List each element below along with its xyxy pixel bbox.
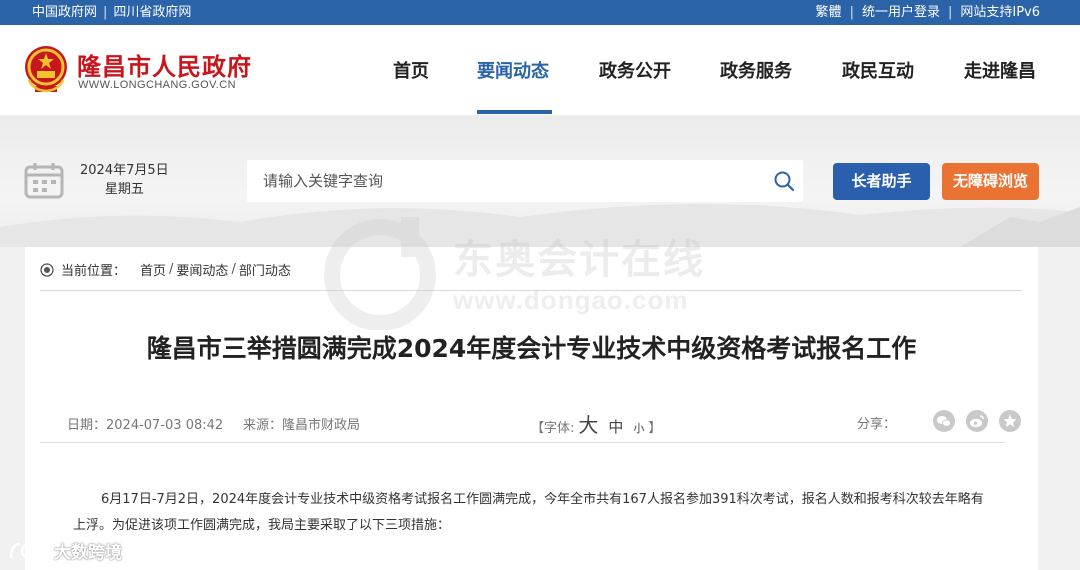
nav-item-news[interactable]: 要闻动态 — [477, 57, 549, 83]
search-input[interactable] — [247, 160, 757, 202]
search-band: 2024年7月5日 星期五 长者助手 无障碍浏览 — [0, 115, 1080, 247]
font-medium-button[interactable]: 中 — [608, 416, 623, 437]
nav-item-gov-affairs-open[interactable]: 政务公开 — [599, 57, 671, 83]
nav-item-about-longchang[interactable]: 走进隆昌 — [964, 57, 1036, 83]
weekday-value: 星期五 — [104, 182, 144, 197]
breadcrumb-separator: / — [231, 262, 236, 277]
date-label: 日期： — [67, 418, 107, 433]
font-large-button[interactable]: 大 — [578, 409, 598, 438]
separator: | — [849, 5, 854, 20]
accessible-browse-button[interactable]: 无障碍浏览 — [942, 163, 1039, 200]
location-icon — [40, 262, 54, 277]
nav-item-interaction[interactable]: 政民互动 — [842, 57, 914, 83]
breadcrumb-label: 当前位置： — [61, 264, 127, 279]
breadcrumb-divider — [40, 290, 1022, 291]
font-label-open: 【字体: — [531, 421, 575, 436]
breadcrumb-news[interactable]: 要闻动态 — [176, 260, 228, 279]
search-box — [247, 160, 803, 202]
elder-assistant-button[interactable]: 长者助手 — [833, 163, 930, 200]
main-nav: 首页 要闻动态 政务公开 政务服务 政民互动 走进隆昌 — [0, 25, 1080, 115]
font-size-switcher: 【字体: 大 中 小 】 — [531, 409, 661, 438]
breadcrumb-department[interactable]: 部门动态 — [239, 260, 291, 279]
bottom-watermark-text: 大数跨境 — [54, 543, 122, 563]
weibo-icon[interactable] — [966, 410, 988, 432]
article-paragraph: 6月17日-7月2日，2024年度会计专业技术中级资格考试报名工作圆满完成，今年… — [73, 492, 984, 533]
link-traditional-chinese[interactable]: 繁體 — [816, 0, 842, 25]
date-value: 2024-07-03 08:42 — [106, 418, 224, 433]
source-label: 来源： — [243, 418, 283, 433]
nav-item-home[interactable]: 首页 — [393, 57, 429, 83]
meta-divider — [40, 442, 1005, 443]
font-small-button[interactable]: 小 — [633, 420, 644, 436]
top-links-right: 繁體 | 统一用户登录 | 网站支持IPv6 — [816, 0, 1040, 25]
site-header: 隆昌市人民政府 WWW.LONGCHANG.GOV.CN 首页 要闻动态 政务公… — [0, 25, 1080, 115]
breadcrumb-home[interactable]: 首页 — [140, 260, 166, 279]
link-sichuan-gov[interactable]: 四川省政府网 — [113, 0, 191, 25]
link-user-login[interactable]: 统一用户登录 — [862, 0, 940, 25]
date-value: 2024年7月5日 — [80, 163, 169, 178]
favorite-icon[interactable] — [999, 410, 1021, 432]
wechat-icon[interactable] — [933, 410, 955, 432]
link-china-gov[interactable]: 中国政府网 — [32, 0, 97, 25]
search-icon[interactable] — [773, 170, 795, 192]
nav-item-gov-services[interactable]: 政务服务 — [720, 57, 792, 83]
breadcrumb-separator: / — [169, 262, 174, 277]
breadcrumb: 当前位置： 首页 / 要闻动态 / 部门动态 — [40, 260, 291, 279]
article-source: 来源：隆昌市财政局 — [243, 414, 360, 433]
top-links-left: 中国政府网 | 四川省政府网 — [32, 0, 191, 25]
ipv6-support: 网站支持IPv6 — [960, 5, 1040, 20]
bottom-watermark: 大数跨境 — [8, 538, 122, 563]
separator: | — [947, 5, 953, 20]
current-date: 2024年7月5日 星期五 — [80, 161, 169, 199]
calendar-icon — [24, 163, 64, 199]
article-title: 隆昌市三举措圆满完成2024年度会计专业技术中级资格考试报名工作 — [146, 334, 917, 363]
bigdata-logo-icon — [9, 542, 49, 558]
source-value: 隆昌市财政局 — [282, 418, 361, 433]
article-meta: 日期：2024-07-03 08:42 来源：隆昌市财政局 【字体: 大 中 小… — [40, 409, 1021, 439]
separator: | — [103, 5, 108, 20]
nav-active-indicator — [477, 110, 552, 114]
article-panel: 当前位置： 首页 / 要闻动态 / 部门动态 隆昌市三举措圆满完成2024年度会… — [25, 247, 1038, 570]
top-bar: 中国政府网 | 四川省政府网 繁體 | 统一用户登录 | 网站支持IPv6 — [0, 0, 1080, 25]
font-label-close: 】 — [648, 421, 662, 436]
share-label: 分享： — [857, 417, 897, 432]
article-date: 日期：2024-07-03 08:42 — [67, 414, 223, 433]
